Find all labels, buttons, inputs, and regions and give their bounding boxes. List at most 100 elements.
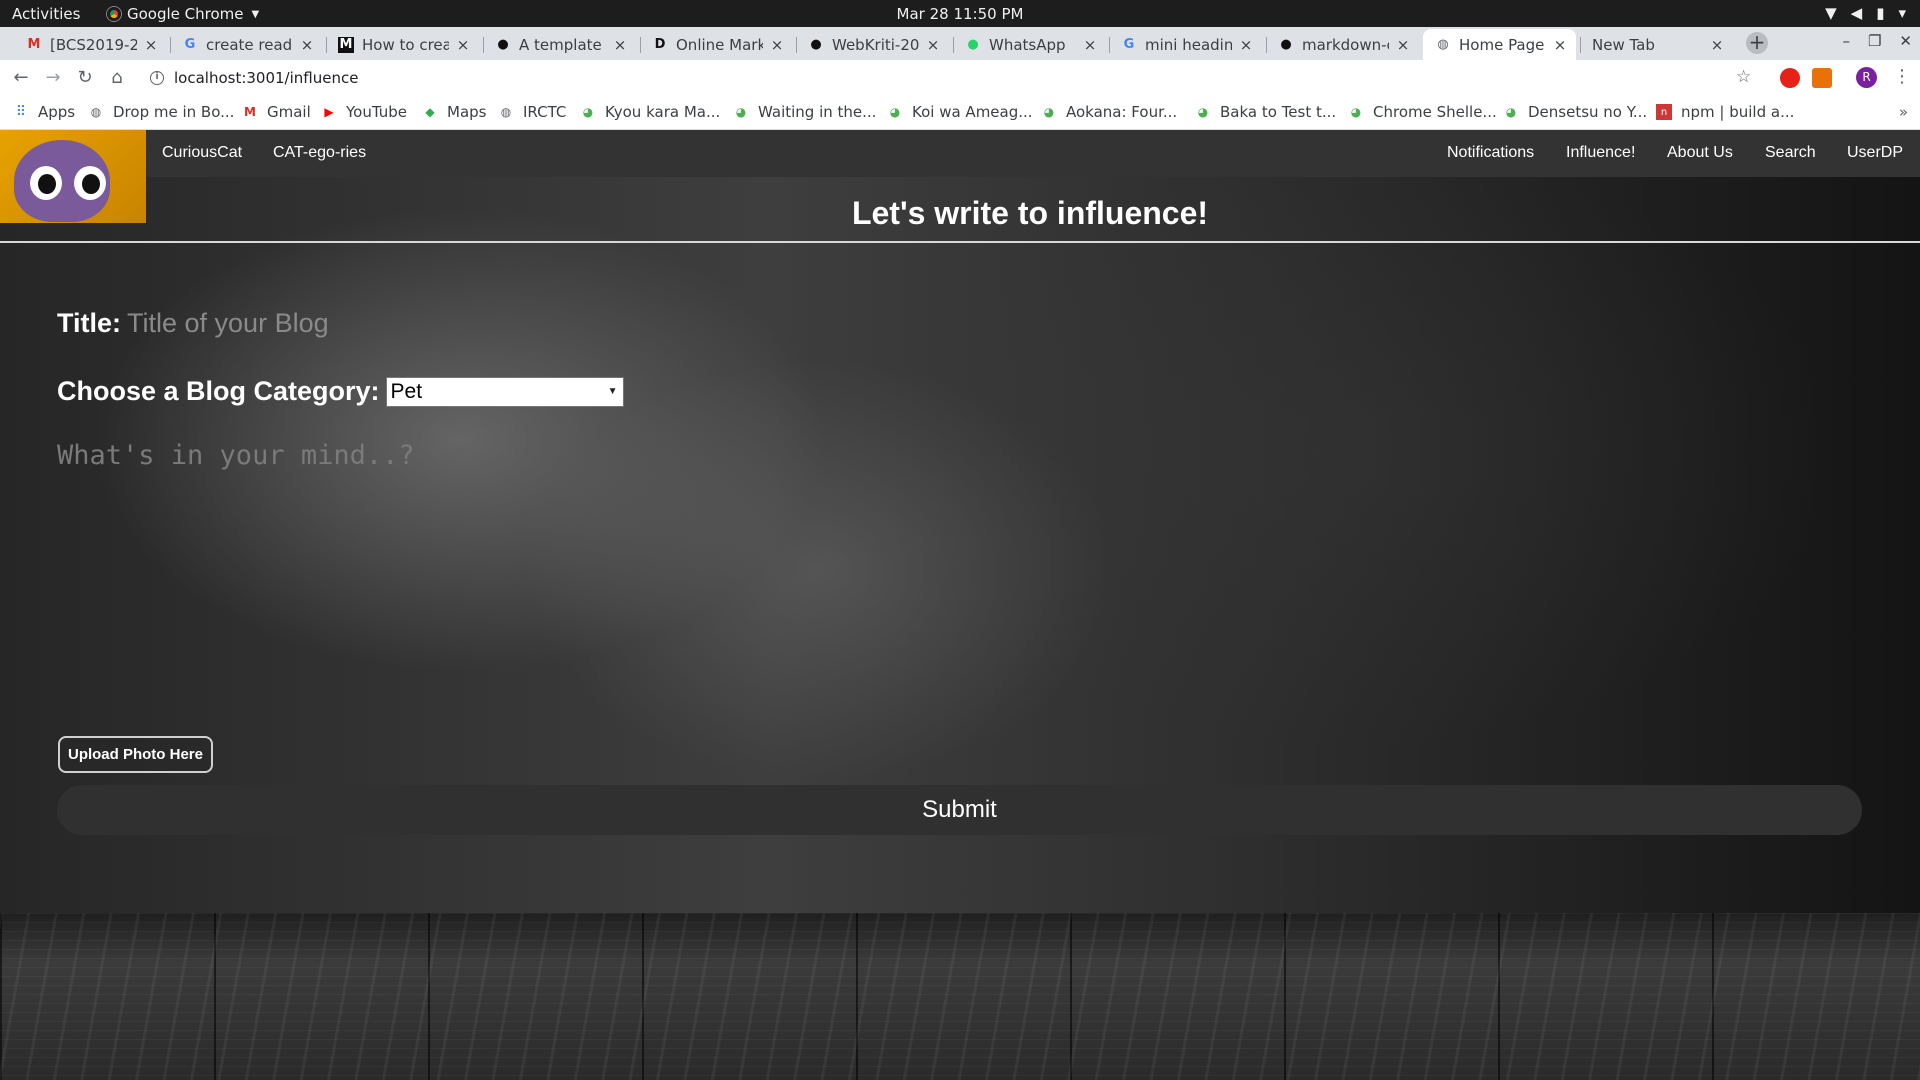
category-selected-value: Pet [390,379,423,403]
os-top-bar: Activities Google Chrome ▼ Mar 28 11:50 … [0,0,1920,27]
volume-icon: ◀ [1850,4,1863,22]
bookmark-label: Chrome Shelle... [1373,103,1497,121]
bookmark-label: Koi wa Ameag... [912,103,1033,121]
bookmark-item[interactable]: ◍ Drop me in Bo... [88,103,235,121]
reload-icon[interactable]: ↻ [74,67,96,89]
browser-tab[interactable]: M [BCS2019-23] × [14,29,167,60]
system-tray[interactable]: ▼ ◀ ▮ ▾ [1825,4,1906,22]
globe-icon: ◍ [500,105,512,119]
browser-tab-active[interactable]: ◍ Home Page × [1423,29,1576,60]
title-row: Title: [57,308,728,339]
bookmark-item[interactable]: ◍ IRCTC [498,103,567,121]
minimize-icon[interactable]: – [1842,32,1850,50]
bookmark-label: Drop me in Bo... [113,103,235,121]
close-window-icon[interactable]: ✕ [1899,32,1912,50]
info-icon[interactable]: i [150,71,164,85]
nav-link-about-us[interactable]: About Us [1667,144,1733,162]
browser-tab[interactable]: G create readme × [170,29,323,60]
gmail-icon: M [27,37,41,52]
tab-title: create readme [206,35,293,54]
browser-tab[interactable]: G mini heading × [1109,29,1262,60]
bookmark-star-icon[interactable]: ☆ [1736,67,1751,87]
nav-link-user-dp[interactable]: UserDP [1847,144,1903,162]
browser-tab[interactable]: M How to create × [326,29,479,60]
divider [0,241,1920,243]
address-bar[interactable]: i localhost:3001/influence [144,63,1776,93]
nav-link-influence[interactable]: Influence! [1566,144,1635,162]
google-icon: G [1123,37,1135,52]
menu-dots-icon[interactable]: ⋮ [1893,66,1911,87]
calendar-extension-icon[interactable] [1812,68,1832,88]
new-tab-button[interactable]: + [1746,32,1768,54]
bookmark-label: Baka to Test t... [1220,103,1337,121]
bookmark-label: Kyou kara Ma... [605,103,721,121]
github-icon: ● [810,37,822,52]
nav-link-categories[interactable]: CAT-ego-ries [273,144,366,162]
browser-tab[interactable]: New Tab × [1580,29,1733,60]
close-icon[interactable]: × [769,36,785,54]
site-icon: ◕ [735,105,747,119]
browser-tab[interactable]: D Online Markd × [640,29,793,60]
close-icon[interactable]: × [612,36,628,54]
nav-brand-link[interactable]: CuriousCat [162,144,242,162]
bookmark-item[interactable]: ◕ Koi wa Ameag... [887,103,1033,121]
bookmark-item[interactable]: ◕ Chrome Shelle... [1348,103,1497,121]
close-icon[interactable]: × [1552,36,1568,54]
bookmark-label: Waiting in the... [758,103,877,121]
npm-icon: n [1656,104,1672,120]
home-icon[interactable]: ⌂ [106,67,128,89]
browser-toolbar: ← → ↻ ⌂ i localhost:3001/influence ☆ R ⋮ [0,60,1920,96]
upload-photo-button[interactable]: Upload Photo Here [58,736,213,773]
bookmark-item[interactable]: M Gmail [242,103,311,121]
submit-button[interactable]: Submit [57,785,1862,835]
bookmark-item[interactable]: ◕ Baka to Test t... [1195,103,1336,121]
bookmark-label: IRCTC [523,103,567,121]
close-icon[interactable]: × [1395,36,1411,54]
adblock-extension-icon[interactable] [1780,68,1800,88]
bookmark-item[interactable]: ◕ Aokana: Four... [1041,103,1177,121]
bookmark-label: Apps [38,103,76,121]
bookmark-item[interactable]: n npm | build a... [1656,103,1794,121]
bookmark-label: Gmail [267,103,311,121]
chevron-right-double-icon[interactable]: » [1899,103,1908,121]
github-icon: ● [1280,37,1292,52]
close-icon[interactable]: × [1082,36,1098,54]
browser-tab[interactable]: ● A template to × [483,29,636,60]
background-floor-grain [0,913,1920,1080]
bookmarks-bar: ⠿ Apps ◍ Drop me in Bo... M Gmail ▶ YouT… [0,96,1920,130]
tab-title: WebKriti-2020 [832,35,919,54]
bookmark-item[interactable]: ◆ Maps [422,103,486,121]
maximize-icon[interactable]: ❐ [1868,32,1881,50]
title-input[interactable] [127,308,728,339]
bookmark-item[interactable]: ▶ YouTube [321,103,407,121]
nav-link-search[interactable]: Search [1765,144,1816,162]
blog-body-textarea[interactable] [57,440,1857,720]
close-icon[interactable]: × [143,36,159,54]
browser-tab[interactable]: ● markdown-ch × [1266,29,1419,60]
close-icon[interactable]: × [299,36,315,54]
category-select[interactable]: Pet ▼ [385,376,624,407]
nav-link-notifications[interactable]: Notifications [1447,144,1534,162]
title-label: Title: [57,308,122,338]
bookmark-item[interactable]: ◕ Waiting in the... [733,103,877,121]
back-arrow-icon[interactable]: ← [10,67,32,89]
bookmark-item[interactable]: ⠿ Apps [13,103,75,121]
bookmark-item[interactable]: ◕ Kyou kara Ma... [580,103,721,121]
tab-title: New Tab [1592,35,1655,54]
forward-arrow-icon[interactable]: → [42,67,64,89]
globe-icon: ◍ [1437,37,1449,52]
url-text: localhost:3001/influence [174,69,359,87]
site-icon: ◕ [582,105,594,119]
battery-icon: ▮ [1876,4,1885,22]
tab-title: markdown-ch [1302,35,1389,54]
clock[interactable]: Mar 28 11:50 PM [0,5,1920,23]
category-label: Choose a Blog Category: [57,376,380,406]
close-icon[interactable]: × [455,36,471,54]
close-icon[interactable]: × [1709,36,1725,54]
close-icon[interactable]: × [1238,36,1254,54]
bookmark-item[interactable]: ◕ Densetsu no Y... [1503,103,1647,121]
browser-tab[interactable]: ● WhatsApp × [953,29,1106,60]
browser-tab[interactable]: ● WebKriti-2020 × [796,29,949,60]
profile-avatar[interactable]: R [1856,67,1877,88]
close-icon[interactable]: × [925,36,941,54]
